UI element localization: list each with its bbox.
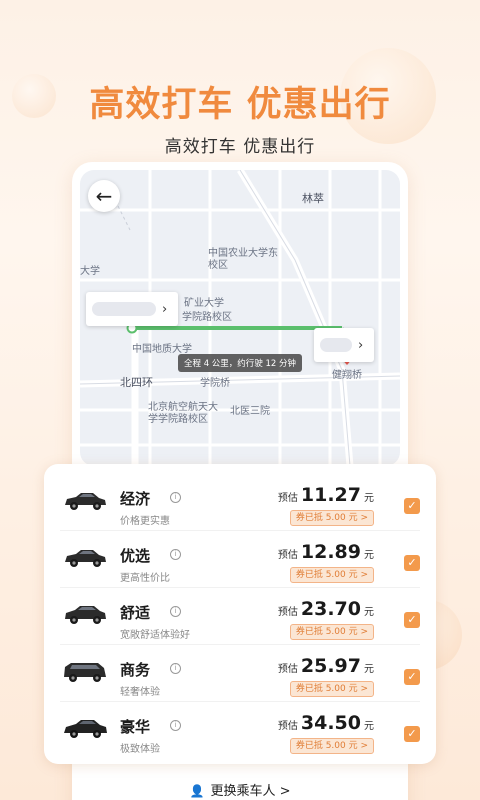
route-map[interactable]: ← 林萃 大学 中国农业大学东校区 矿业大学 学院路校区 中国地质大学 北四环 …: [80, 170, 400, 466]
destination-placeholder: [320, 338, 352, 352]
person-icon: 👤: [189, 784, 205, 798]
price-unit: 元: [364, 664, 374, 675]
coupon-badge[interactable]: 券已抵 5.00 元 >: [289, 567, 374, 583]
estimate-label: 预估: [277, 550, 298, 561]
destination-card[interactable]: ›: [314, 328, 374, 362]
info-icon[interactable]: i: [170, 606, 181, 617]
ride-options-panel: 经济 i 价格更实惠 预估 11.27 元 券已抵 5.00 元 > ✓ 优选 …: [44, 464, 436, 764]
hero-headline: 高效打车 优惠出行: [89, 85, 391, 125]
ride-option-row[interactable]: 商务 i 轻奢体验 预估 25.97 元 券已抵 5.00 元 > ✓: [60, 645, 420, 702]
ride-name: 商务: [120, 661, 151, 679]
checkbox-checked-icon[interactable]: ✓: [404, 669, 420, 685]
estimate-label: 预估: [277, 664, 298, 675]
price-unit: 元: [364, 607, 374, 618]
ride-desc: 极致体验: [120, 744, 160, 755]
ride-name: 优选: [120, 547, 151, 565]
car-icon: [65, 606, 106, 624]
change-passenger-link[interactable]: 👤 更换乘车人 >: [0, 780, 480, 799]
ride-desc: 价格更实惠: [120, 516, 170, 527]
car-icon: [65, 493, 106, 510]
back-arrow-icon: ←: [95, 184, 113, 208]
hero-subheadline: 高效打车 优惠出行: [164, 137, 316, 157]
info-icon[interactable]: i: [170, 492, 181, 503]
map-label: 北京航空航天大学学院路校区: [148, 402, 218, 425]
ride-name: 舒适: [120, 604, 151, 622]
map-label: 中国地质大学: [132, 344, 192, 355]
price-value: 23.70: [300, 598, 361, 620]
map-label: 大学: [80, 266, 100, 277]
car-icon: [64, 663, 106, 682]
checkbox-checked-icon[interactable]: ✓: [404, 726, 420, 742]
price-unit: 元: [364, 550, 374, 561]
route-summary: 全程 4 公里，约行驶 12 分钟: [178, 354, 303, 372]
price-value: 25.97: [300, 655, 361, 677]
ride-desc: 更高性价比: [120, 573, 170, 584]
price-group: 预估 12.89 元: [278, 541, 374, 563]
coupon-badge[interactable]: 券已抵 5.00 元 >: [289, 681, 374, 697]
price-value: 12.89: [300, 541, 361, 563]
price-unit: 元: [364, 721, 374, 732]
price-group: 预估 11.27 元: [278, 484, 374, 506]
estimate-label: 预估: [277, 721, 298, 732]
ride-name: 豪华: [120, 718, 151, 736]
map-label: 北医三院: [230, 406, 270, 417]
ride-desc: 宽敞舒适体验好: [120, 630, 190, 641]
estimate-label: 预估: [277, 607, 298, 618]
info-icon[interactable]: i: [170, 663, 181, 674]
checkbox-checked-icon[interactable]: ✓: [404, 498, 420, 514]
ride-option-row[interactable]: 优选 i 更高性价比 预估 12.89 元 券已抵 5.00 元 > ✓: [60, 531, 420, 588]
map-label: 中国农业大学东校区: [208, 248, 278, 271]
ride-option-row[interactable]: 舒适 i 宽敞舒适体验好 预估 23.70 元 券已抵 5.00 元 > ✓: [60, 588, 420, 645]
map-label: 健翔桥: [332, 370, 362, 381]
map-label: 矿业大学: [184, 298, 224, 309]
price-group: 预估 34.50 元: [278, 712, 374, 734]
info-icon[interactable]: i: [170, 720, 181, 731]
start-location-card[interactable]: ›: [86, 292, 178, 326]
price-value: 11.27: [300, 484, 361, 506]
change-passenger-label: 更换乘车人 >: [210, 784, 291, 799]
info-icon[interactable]: i: [170, 549, 181, 560]
checkbox-checked-icon[interactable]: ✓: [404, 555, 420, 571]
map-label: 北四环: [120, 376, 153, 389]
ride-option-row[interactable]: 豪华 i 极致体验 预估 34.50 元 券已抵 5.00 元 > ✓: [60, 702, 420, 759]
coupon-badge[interactable]: 券已抵 5.00 元 >: [289, 624, 374, 640]
map-label: 林萃: [302, 192, 324, 205]
coupon-badge[interactable]: 券已抵 5.00 元 >: [289, 738, 374, 754]
car-icon: [65, 550, 106, 567]
start-location-placeholder: [92, 302, 156, 316]
price-group: 预估 25.97 元: [278, 655, 374, 677]
chevron-right-icon: ›: [162, 301, 168, 317]
ride-desc: 轻奢体验: [120, 687, 160, 698]
chevron-right-icon: ›: [358, 337, 364, 353]
coupon-badge[interactable]: 券已抵 5.00 元 >: [289, 510, 374, 526]
car-icon: [64, 720, 107, 738]
map-label: 学院桥: [200, 378, 230, 389]
map-label: 学院路校区: [182, 312, 232, 323]
ride-name: 经济: [120, 490, 151, 508]
price-value: 34.50: [300, 712, 361, 734]
checkbox-checked-icon[interactable]: ✓: [404, 612, 420, 628]
ride-option-row[interactable]: 经济 i 价格更实惠 预估 11.27 元 券已抵 5.00 元 > ✓: [60, 474, 420, 531]
estimate-label: 预估: [277, 493, 298, 504]
back-button[interactable]: ←: [88, 180, 120, 212]
price-unit: 元: [364, 493, 374, 504]
price-group: 预估 23.70 元: [278, 598, 374, 620]
